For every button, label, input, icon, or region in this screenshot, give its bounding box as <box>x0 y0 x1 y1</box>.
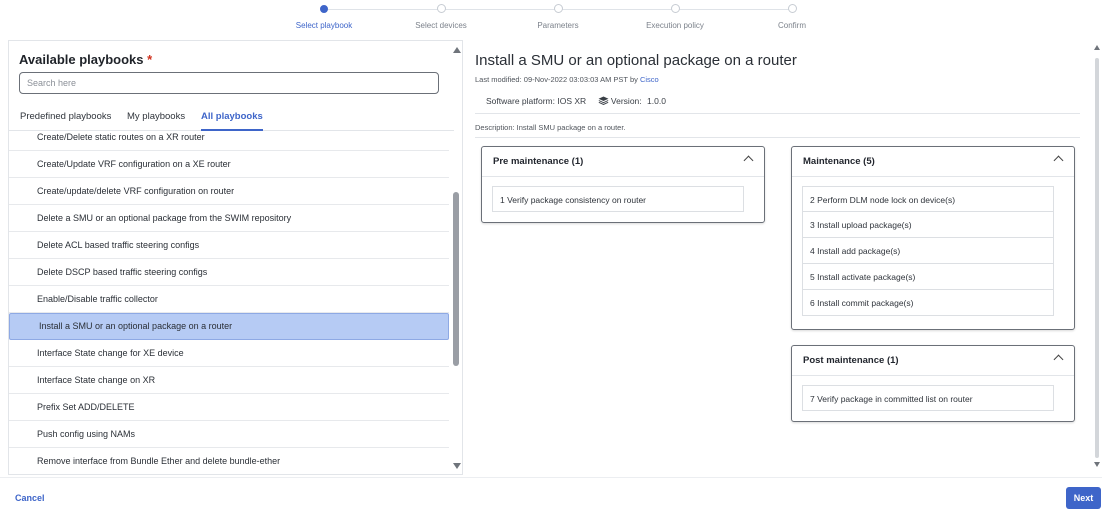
step-item: 2 Perform DLM node lock on device(s) <box>802 186 1054 212</box>
list-item[interactable]: Create/Update VRF configuration on a XE … <box>9 151 449 178</box>
list-item[interactable]: Enable/Disable traffic collector <box>9 286 449 313</box>
scroll-up-arrow-icon[interactable] <box>1094 45 1100 50</box>
available-playbooks-panel: Available playbooks * Predefined playboo… <box>8 40 463 475</box>
list-item[interactable]: Push config using NAMs <box>9 421 449 448</box>
step-label: Select devices <box>415 21 467 30</box>
card-title: Pre maintenance (1) <box>493 156 584 167</box>
scroll-thumb[interactable] <box>1095 58 1099 458</box>
step-item: 1 Verify package consistency on router <box>492 186 744 212</box>
card-header[interactable]: Pre maintenance (1) <box>482 147 764 177</box>
tab-my-playbooks[interactable]: My playbooks <box>127 111 185 122</box>
wizard-stepper: Select playbook Select devices Parameter… <box>265 0 845 40</box>
list-item-selected[interactable]: Install a SMU or an optional package on … <box>9 313 449 340</box>
footer-divider <box>0 477 1102 478</box>
playbook-list: Create/Delete static routes on a XR rout… <box>9 132 449 474</box>
scroll-up-arrow-icon[interactable] <box>453 47 461 53</box>
card-title: Post maintenance (1) <box>803 355 899 366</box>
step-label: Parameters <box>537 21 579 30</box>
chevron-up-icon[interactable] <box>743 155 754 166</box>
platform-row: Software platform: IOS XR Version: 1.0.0 <box>475 92 1080 114</box>
list-item[interactable]: Create/Delete static routes on a XR rout… <box>9 132 449 151</box>
step-dot <box>787 4 797 13</box>
pre-maintenance-card: Pre maintenance (1) 1 Verify package con… <box>481 146 765 223</box>
software-platform-label: Software platform: <box>486 96 555 106</box>
card-header[interactable]: Post maintenance (1) <box>792 346 1074 376</box>
step-item: 4 Install add package(s) <box>802 238 1054 264</box>
post-maintenance-card: Post maintenance (1) 7 Verify package in… <box>791 345 1075 422</box>
step-parameters[interactable]: Parameters <box>498 4 618 30</box>
tab-all-playbooks[interactable]: All playbooks <box>201 111 263 131</box>
step-execution-policy[interactable]: Execution policy <box>615 4 735 30</box>
scroll-thumb[interactable] <box>453 192 459 366</box>
step-item: 3 Install upload package(s) <box>802 212 1054 238</box>
card-body: 1 Verify package consistency on router <box>492 186 744 212</box>
step-item: 6 Install commit package(s) <box>802 290 1054 316</box>
chevron-up-icon[interactable] <box>1053 155 1064 166</box>
panel-title-text: Available playbooks <box>19 52 144 67</box>
next-button[interactable]: Next <box>1066 487 1101 509</box>
playbook-title: Install a SMU or an optional package on … <box>475 52 797 69</box>
step-select-playbook[interactable]: Select playbook <box>264 4 384 30</box>
step-dot <box>436 4 446 13</box>
card-title: Maintenance (5) <box>803 156 875 167</box>
list-item[interactable]: Prefix Set ADD/DELETE <box>9 394 449 421</box>
step-dot <box>320 5 328 13</box>
step-item: 7 Verify package in committed list on ro… <box>802 385 1054 411</box>
card-body: 7 Verify package in committed list on ro… <box>802 385 1054 411</box>
software-platform-value: IOS XR <box>557 96 587 106</box>
last-modified: Last modified: 09-Nov-2022 03:03:03 AM P… <box>475 75 659 84</box>
list-scrollbar[interactable] <box>451 41 462 474</box>
scroll-down-arrow-icon[interactable] <box>1094 462 1100 467</box>
playbook-description: Description: Install SMU package on a ro… <box>475 118 1080 138</box>
tab-predefined-playbooks[interactable]: Predefined playbooks <box>20 111 111 122</box>
author-link[interactable]: Cisco <box>640 75 659 84</box>
step-dot <box>670 4 680 13</box>
card-body: 2 Perform DLM node lock on device(s) 3 I… <box>802 186 1054 316</box>
cancel-button[interactable]: Cancel <box>15 493 45 503</box>
version-label: Version: <box>610 96 642 106</box>
search-input[interactable] <box>19 72 439 94</box>
maintenance-card: Maintenance (5) 2 Perform DLM node lock … <box>791 146 1075 330</box>
step-label: Confirm <box>777 21 806 30</box>
step-dot <box>553 4 563 13</box>
step-label: Execution policy <box>646 21 704 30</box>
step-select-devices[interactable]: Select devices <box>381 4 501 30</box>
list-item[interactable]: Remove interface from Bundle Ether and d… <box>9 448 449 474</box>
playbook-tabs: Predefined playbooks My playbooks All pl… <box>9 105 454 131</box>
step-item: 5 Install activate package(s) <box>802 264 1054 290</box>
list-item[interactable]: Delete DSCP based traffic steering confi… <box>9 259 449 286</box>
card-header[interactable]: Maintenance (5) <box>792 147 1074 177</box>
last-modified-text: Last modified: 09-Nov-2022 03:03:03 AM P… <box>475 75 638 84</box>
detail-scrollbar[interactable] <box>1092 40 1102 475</box>
scroll-down-arrow-icon[interactable] <box>453 463 461 469</box>
chevron-up-icon[interactable] <box>1053 354 1064 365</box>
list-item[interactable]: Create/update/delete VRF configuration o… <box>9 178 449 205</box>
step-confirm[interactable]: Confirm <box>732 4 852 30</box>
list-item[interactable]: Interface State change on XR <box>9 367 449 394</box>
version-value: 1.0.0 <box>647 96 666 106</box>
list-item[interactable]: Delete ACL based traffic steering config… <box>9 232 449 259</box>
layers-icon <box>598 96 608 105</box>
playbook-list-inner: Create/Delete static routes on a XR rout… <box>9 132 449 474</box>
playbook-detail-panel: Install a SMU or an optional package on … <box>466 40 1096 475</box>
required-mark: * <box>147 52 153 67</box>
list-item[interactable]: Delete a SMU or an optional package from… <box>9 205 449 232</box>
panel-title: Available playbooks * <box>19 52 152 67</box>
list-item[interactable]: Interface State change for XE device <box>9 340 449 367</box>
step-label: Select playbook <box>295 21 353 30</box>
